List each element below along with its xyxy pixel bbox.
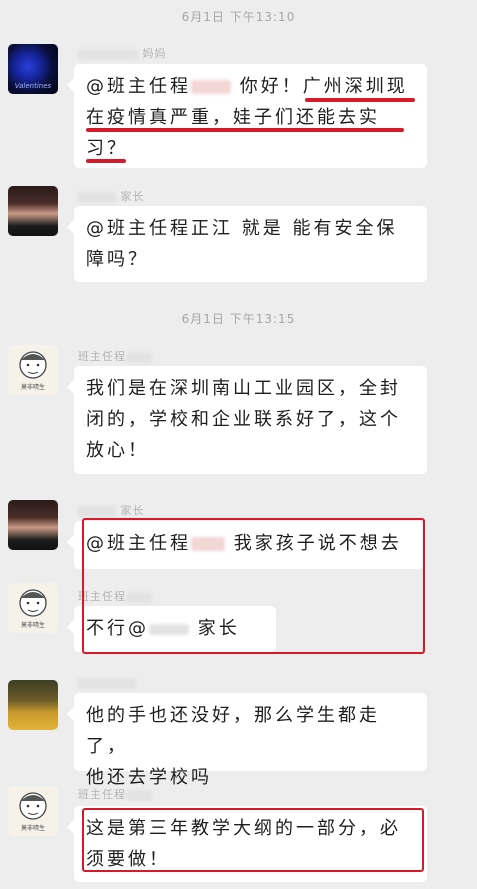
redacted-block [78,191,116,203]
avatar-caption: 莫非晴生 [20,825,45,832]
sender-name: 妈妈 [78,45,167,61]
avatar-girl[interactable] [8,186,58,236]
sender-name: 家长 [78,188,145,204]
red-highlight-box [82,518,425,654]
message-bubble[interactable]: 我们是在深圳南山工业园区，全封 闭的，学校和企业联系好了，这个 放心！ [67,366,427,474]
redacted-block [78,677,136,689]
red-highlight-box [82,808,424,872]
avatar-field[interactable] [8,680,58,730]
message-text: 习？ [86,138,128,159]
avatar-cartoon[interactable]: 莫非晴生 [8,786,58,836]
red-underline [305,98,415,102]
sender-name: 班主任程 [78,786,152,802]
redacted-block [78,505,116,517]
message-text: 我们是在深圳南山工业园区，全封 [86,378,401,399]
avatar-cartoon[interactable]: 莫非晴生 [8,583,58,633]
avatar-cartoon[interactable]: 莫非晴生 [8,345,58,395]
avatar-caption: Valentines [14,82,52,90]
timestamp: 6月1日 下午13:15 [181,312,296,326]
redacted-block [78,48,138,60]
sender-name: 班主任程 [78,348,152,364]
avatar-caption: 莫非晴生 [20,384,45,391]
message-text: 障吗？ [86,249,149,270]
message-text: 他的手也还没好，那么学生都走了， [86,705,380,757]
message-bubble[interactable]: @班主任程正江 就是 能有安全保 障吗？ [67,206,427,282]
redacted-block [126,789,152,801]
sender-name: 家长 [78,502,145,518]
avatar-girl[interactable] [8,500,58,550]
redacted-block [191,80,231,94]
redacted-block [126,351,152,363]
red-underline [86,159,126,163]
red-underline [86,128,404,132]
avatar-rose[interactable]: Valentines [8,44,58,94]
timestamp: 6月1日 下午13:10 [181,10,296,24]
message-bubble[interactable]: 他的手也还没好，那么学生都走了， 他还去学校吗 [67,693,427,788]
message-text: @班主任程正江 就是 能有安全保 [86,218,398,239]
message-text: 闭的，学校和企业联系好了，这个 [86,409,401,430]
sender-name [78,676,136,689]
message-text: 放心！ [86,440,149,461]
avatar-caption: 莫非晴生 [20,622,45,629]
message-bubble[interactable]: @班主任程 你好！广州深圳现 在疫情真严重，娃子们还能去实 习？ [67,64,427,168]
